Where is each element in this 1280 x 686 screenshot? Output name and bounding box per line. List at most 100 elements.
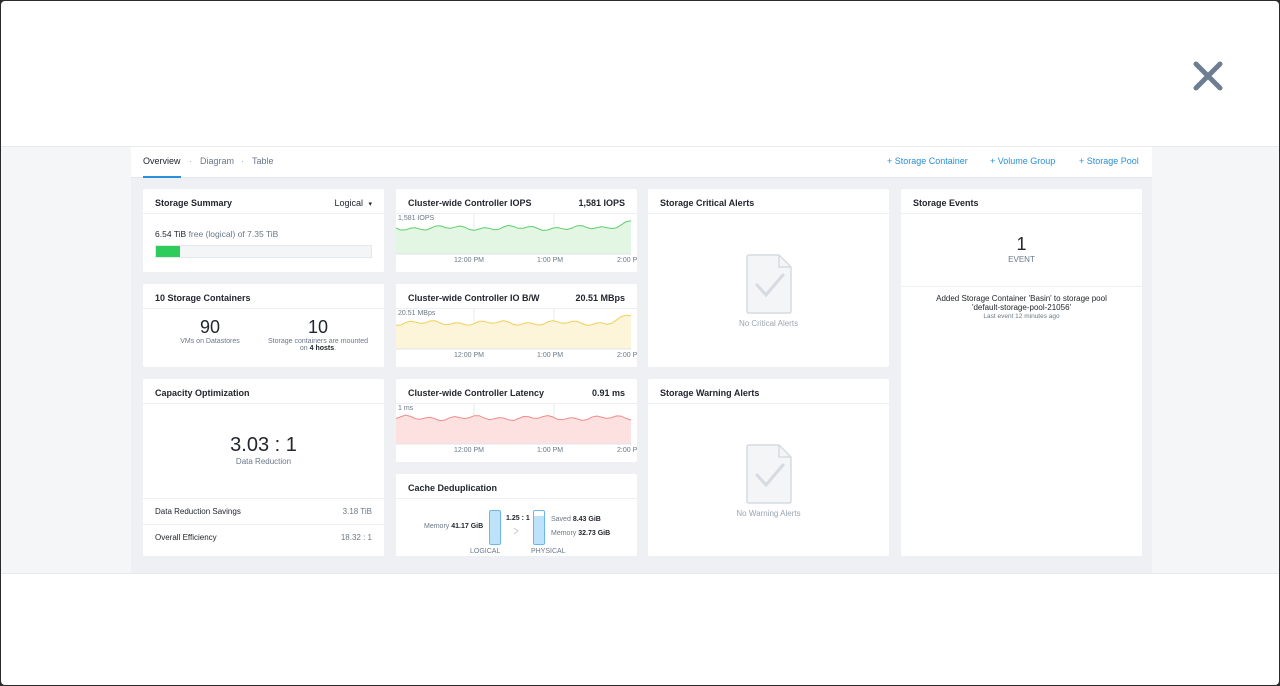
empty-document-icon (746, 254, 792, 314)
card-title: Capacity Optimization (155, 388, 250, 398)
total-value: 7.35 TiB (247, 229, 279, 239)
card-title: Cluster-wide Controller IOPS (408, 198, 532, 208)
iops-sparkline[interactable] (396, 214, 637, 270)
latency-card: Cluster-wide Controller Latency 0.91 ms … (396, 379, 637, 462)
latest-event: Added Storage Container 'Basin' to stora… (901, 294, 1142, 320)
iops-card: Cluster-wide Controller IOPS 1,581 IOPS … (396, 189, 637, 272)
series-area (396, 315, 631, 349)
free-space-text: 6.54 TiB free (logical) of 7.35 TiB (155, 229, 278, 239)
card-title: Storage Warning Alerts (660, 388, 760, 398)
savings-label: Data Reduction Savings (155, 507, 241, 516)
x-tick: 1:00 PM (537, 447, 564, 454)
latency-sparkline[interactable] (396, 404, 637, 460)
usage-bar-fill (156, 246, 180, 257)
mounted-end: . (334, 345, 337, 352)
summary-mode-dropdown[interactable]: Logical ▾ (334, 198, 372, 208)
vms-stat: 90 VMs on Datastores (165, 317, 255, 345)
event-timestamp: Last event 12 minutes ago (983, 313, 1060, 320)
x-tick: 1:00 PM (537, 352, 564, 359)
storage-dashboard: Overview · Diagram · Table + Storage Con… (131, 147, 1152, 573)
divider (396, 498, 637, 499)
iobw-sparkline[interactable] (396, 309, 637, 365)
divider (901, 286, 1142, 287)
data-reduction-stat: 3.03 : 1 Data Reduction (143, 434, 384, 466)
saved-memory: Saved 8.43 GiB (551, 516, 601, 523)
divider (143, 403, 384, 404)
x-tick: 12:00 PM (454, 257, 484, 264)
physical-cylinder (533, 510, 545, 545)
add-storage-container-link[interactable]: + Storage Container (887, 156, 968, 166)
tab-bar: Overview · Diagram · Table + Storage Con… (131, 147, 1152, 178)
iops-value: 1,581 IOPS (578, 198, 625, 208)
event-message-line2: 'default-storage-pool-21056' (971, 303, 1072, 312)
add-storage-pool-link[interactable]: + Storage Pool (1079, 156, 1139, 166)
card-title: Cache Deduplication (408, 483, 498, 493)
tab-separator: · (241, 156, 244, 166)
x-tick: 12:00 PM (454, 352, 484, 359)
peak-label: 20.51 MBps (398, 310, 436, 317)
mounted-hosts[interactable]: 4 hosts (310, 345, 335, 352)
tab-overview[interactable]: Overview (143, 156, 181, 178)
efficiency-label: Overall Efficiency (155, 533, 217, 542)
saved-label: Saved (551, 516, 571, 523)
x-tick: 2:00 P (617, 447, 638, 454)
peak-label: 1,581 IOPS (398, 215, 435, 222)
tab-diagram[interactable]: Diagram (200, 156, 234, 178)
storage-summary-card: Storage Summary Logical ▾ 6.54 TiB free … (143, 189, 384, 272)
data-reduction-label: Data Reduction (235, 457, 292, 466)
event-count: 1 (1016, 234, 1027, 254)
peak-label: 1 ms (398, 405, 414, 412)
dedup-ratio: 1.25 : 1 (506, 515, 530, 522)
series-area (396, 220, 631, 254)
memory-label: Memory (424, 523, 450, 530)
free-value: 6.54 TiB (155, 229, 187, 239)
warning-alerts-card: Storage Warning Alerts No Warning Alerts (648, 379, 889, 556)
empty-document-icon (746, 444, 792, 504)
vms-label: VMs on Datastores (180, 338, 240, 345)
summary-mode-label: Logical (334, 198, 363, 208)
divider (901, 213, 1142, 214)
divider (648, 213, 889, 214)
efficiency-value: 18.32 : 1 (340, 533, 372, 542)
physical-memory: Memory 32.73 GiB (551, 530, 610, 537)
memory-logical-value: 41.17 GiB (451, 523, 484, 530)
latency-value: 0.91 ms (591, 388, 625, 398)
x-tick: 12:00 PM (454, 447, 484, 454)
add-volume-group-link[interactable]: + Volume Group (990, 156, 1055, 166)
event-count-stat[interactable]: 1 EVENT (901, 234, 1142, 264)
tab-table[interactable]: Table (252, 156, 274, 178)
event-message-line1: Added Storage Container 'Basin' to stora… (936, 294, 1107, 303)
event-count-label: EVENT (1008, 255, 1035, 264)
capacity-optimization-card: Capacity Optimization 3.03 : 1 Data Redu… (143, 379, 384, 556)
divider (648, 403, 889, 404)
memory-label: Memory (551, 530, 577, 537)
tab-separator: · (189, 156, 192, 166)
card-title: Storage Summary (155, 198, 233, 208)
vms-count: 90 (199, 317, 221, 337)
divider (143, 524, 384, 525)
empty-message: No Critical Alerts (738, 319, 799, 328)
card-title: 10 Storage Containers (155, 293, 251, 303)
divider (143, 213, 384, 214)
content-area: Overview · Diagram · Table + Storage Con… (1, 146, 1279, 574)
logical-label: LOGICAL (470, 548, 501, 555)
usage-bar-track (155, 245, 372, 258)
mounted-stat: 10 Storage containers are mounted on 4 h… (261, 317, 375, 352)
close-icon[interactable] (1191, 59, 1225, 93)
physical-fill (534, 516, 544, 544)
storage-containers-card: 10 Storage Containers 90 VMs on Datastor… (143, 284, 384, 367)
x-tick: 2:00 P (617, 257, 638, 264)
card-title: Storage Events (913, 198, 979, 208)
mounted-label: Storage containers are mounted (267, 338, 368, 345)
card-title: Cluster-wide Controller IO B/W (408, 293, 540, 303)
logical-cylinder (489, 510, 501, 545)
x-tick: 1:00 PM (537, 257, 564, 264)
chevron-right-icon (513, 527, 519, 535)
cache-dedup-card: Cache Deduplication Memory 41.17 GiB 1.2… (396, 474, 637, 556)
savings-value: 3.18 TiB (342, 507, 372, 516)
divider (143, 308, 384, 309)
mounted-on: on (299, 345, 308, 352)
io-bandwidth-card: Cluster-wide Controller IO B/W 20.51 MBp… (396, 284, 637, 367)
logical-memory: Memory 41.17 GiB (424, 523, 483, 530)
iobw-value: 20.51 MBps (575, 293, 625, 303)
